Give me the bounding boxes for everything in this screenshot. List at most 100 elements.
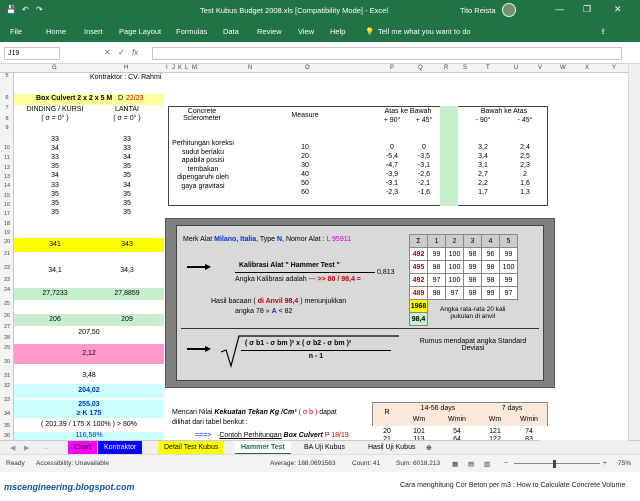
value-g[interactable]: 35 bbox=[20, 200, 90, 207]
enter-icon[interactable]: ✓ bbox=[118, 48, 125, 57]
value-g[interactable]: 33 bbox=[20, 154, 90, 161]
normal-view-icon[interactable]: ▦ bbox=[452, 460, 458, 468]
value-g[interactable]: 34 bbox=[20, 145, 90, 152]
r39-value[interactable]: 116,58% bbox=[14, 432, 164, 439]
col-header[interactable]: U bbox=[514, 65, 518, 71]
value-g[interactable]: 35 bbox=[20, 209, 90, 216]
zoom-in-icon[interactable]: + bbox=[603, 460, 607, 467]
row-header[interactable]: 30 bbox=[0, 359, 14, 365]
autosave-icon[interactable]: 💾 bbox=[6, 5, 16, 14]
sheet-tab-hammer-test[interactable]: Hammer Test bbox=[235, 441, 291, 455]
r36-value[interactable]: ≥ K 175 bbox=[14, 410, 164, 417]
sum-g[interactable]: 341 bbox=[20, 241, 90, 248]
value-h[interactable]: 35 bbox=[92, 163, 162, 170]
col-header[interactable]: X bbox=[585, 65, 589, 71]
sheet-tab-chart[interactable]: Chart bbox=[68, 441, 98, 455]
value-h[interactable]: 34 bbox=[92, 182, 162, 189]
avg-h[interactable]: 34,3 bbox=[92, 267, 162, 274]
value-g[interactable]: 33 bbox=[20, 136, 90, 143]
col-header[interactable]: N bbox=[248, 65, 252, 71]
row-header[interactable]: 7 bbox=[0, 105, 14, 111]
r38-value[interactable]: ( 201,39 / 175 X 100% ) > 80% bbox=[14, 421, 164, 428]
page-layout-icon[interactable]: ▤ bbox=[468, 460, 474, 468]
add-sheet-icon[interactable]: ⊕ bbox=[420, 441, 438, 455]
value-g[interactable]: 34 bbox=[20, 172, 90, 179]
col-header[interactable]: P bbox=[390, 65, 394, 71]
r28-value[interactable]: 207,50 bbox=[14, 329, 164, 336]
value-g[interactable]: 33 bbox=[20, 182, 90, 189]
tab-data[interactable]: Data bbox=[223, 27, 239, 36]
r25-g[interactable]: 27,7233 bbox=[20, 290, 90, 297]
r32-value[interactable]: 3,48 bbox=[14, 372, 164, 379]
value-h[interactable]: 35 bbox=[92, 209, 162, 216]
r35-value[interactable]: 255,03 bbox=[14, 401, 164, 408]
row-header[interactable]: 28 bbox=[0, 335, 14, 341]
row-header[interactable]: 12 bbox=[0, 165, 14, 171]
row-header[interactable]: 9 bbox=[0, 125, 14, 131]
zoom-level[interactable]: 75% bbox=[618, 460, 631, 467]
col-header[interactable]: I bbox=[166, 65, 168, 71]
tab-file[interactable]: File bbox=[10, 27, 22, 36]
tab-help[interactable]: Help bbox=[330, 27, 345, 36]
value-h[interactable]: 34 bbox=[92, 154, 162, 161]
row-header[interactable]: 26 bbox=[0, 313, 14, 319]
row-header[interactable]: 18 bbox=[0, 221, 14, 227]
row-header[interactable]: 19 bbox=[0, 230, 14, 236]
row-header[interactable]: 32 bbox=[0, 383, 14, 389]
row-header[interactable]: 25 bbox=[0, 301, 14, 307]
user-name[interactable]: Tito Reista bbox=[460, 6, 496, 15]
hammer-test-panel[interactable]: Merk Alat Milano, Italia, Type N, Nomor … bbox=[165, 218, 555, 388]
tab-next-icon[interactable]: ▶ bbox=[18, 441, 35, 455]
row-header[interactable]: 24 bbox=[0, 287, 14, 293]
col-header[interactable]: Q bbox=[418, 65, 423, 71]
value-h[interactable]: 33 bbox=[92, 136, 162, 143]
sheet-tab-ba-uji[interactable]: BA Uji Kubus bbox=[298, 441, 351, 455]
tab-insert[interactable]: Insert bbox=[84, 27, 103, 36]
row-header[interactable]: 10 bbox=[0, 145, 14, 151]
fx-icon[interactable]: fx bbox=[132, 48, 138, 57]
value-h[interactable]: 35 bbox=[92, 191, 162, 198]
row-header[interactable]: 20 bbox=[0, 239, 14, 245]
r27-h[interactable]: 209 bbox=[92, 316, 162, 323]
zoom-slider-thumb[interactable] bbox=[553, 460, 556, 468]
row-header[interactable]: 17 bbox=[0, 211, 14, 217]
tab-review[interactable]: Review bbox=[257, 27, 282, 36]
undo-icon[interactable]: ↶ bbox=[22, 5, 29, 14]
r27-g[interactable]: 206 bbox=[20, 316, 90, 323]
formula-input[interactable] bbox=[152, 47, 622, 60]
row-header[interactable]: 21 bbox=[0, 251, 14, 257]
row-header[interactable]: 5 bbox=[0, 73, 14, 79]
row-header[interactable]: 34 bbox=[0, 411, 14, 417]
r30-value[interactable]: 2,12 bbox=[14, 350, 164, 357]
value-h[interactable]: 35 bbox=[92, 172, 162, 179]
col-header[interactable]: L bbox=[185, 65, 188, 71]
row-header[interactable]: 15 bbox=[0, 193, 14, 199]
close-icon[interactable]: ✕ bbox=[614, 4, 622, 15]
sheet-tab-kontraktor[interactable]: Kontraktor bbox=[98, 441, 143, 455]
row-header[interactable]: 33 bbox=[0, 397, 14, 403]
row-header[interactable]: 31 bbox=[0, 373, 14, 379]
col-header[interactable]: O bbox=[305, 65, 310, 71]
row-header[interactable]: 29 bbox=[0, 345, 14, 351]
tab-formulas[interactable]: Formulas bbox=[176, 27, 207, 36]
row-header[interactable]: 13 bbox=[0, 174, 14, 180]
r34-value[interactable]: 204,02 bbox=[14, 387, 164, 394]
cancel-icon[interactable]: ✕ bbox=[104, 48, 111, 57]
avatar[interactable] bbox=[502, 3, 516, 17]
tell-me-search[interactable]: Tell me what you want to do bbox=[378, 27, 471, 36]
row-header[interactable]: 6 bbox=[0, 95, 14, 101]
row-header[interactable]: 27 bbox=[0, 324, 14, 330]
col-header[interactable]: T bbox=[486, 65, 490, 71]
vertical-scrollbar[interactable] bbox=[628, 64, 640, 440]
minimize-icon[interactable]: — bbox=[555, 4, 564, 14]
col-header[interactable]: R bbox=[444, 65, 448, 71]
sum-h[interactable]: 343 bbox=[92, 241, 162, 248]
accessibility-status[interactable]: Accessibility: Unavailable bbox=[36, 460, 109, 467]
col-header[interactable]: G bbox=[52, 65, 57, 71]
row-header[interactable]: 14 bbox=[0, 183, 14, 189]
sheet-tab-hasil[interactable]: Hasil Uji Kubus bbox=[362, 441, 421, 455]
row-header[interactable]: 35 bbox=[0, 423, 14, 429]
contoh-link[interactable]: Contoh Perhitungan bbox=[219, 432, 281, 439]
page-break-icon[interactable]: ▥ bbox=[484, 460, 490, 468]
avg-g[interactable]: 34,1 bbox=[20, 267, 90, 274]
